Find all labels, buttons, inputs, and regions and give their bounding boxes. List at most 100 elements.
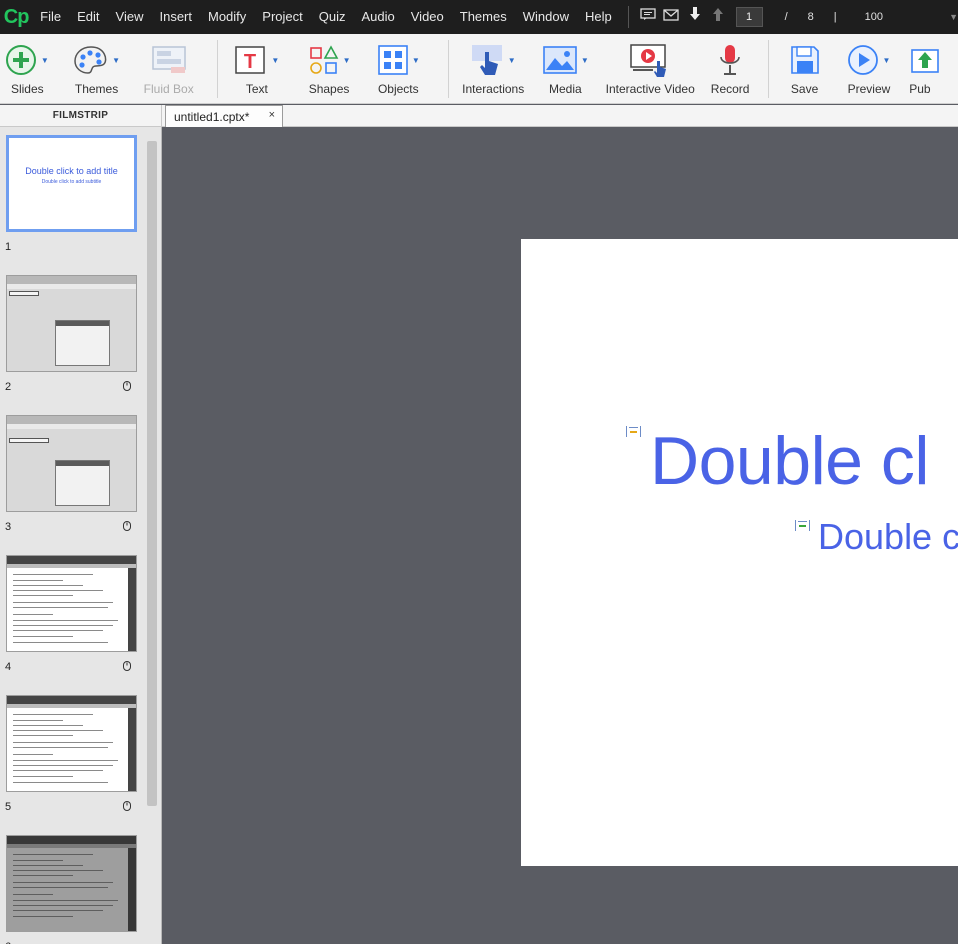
preview-icon (848, 45, 879, 75)
interactions-label: Interactions (462, 82, 525, 96)
slide-thumbnail[interactable] (6, 555, 137, 652)
slide-canvas[interactable]: Double cl Double c (521, 239, 958, 866)
chevron-down-icon: ▼ (507, 55, 516, 65)
filmstrip-slide-5[interactable] (6, 695, 137, 792)
menu-file[interactable]: File (32, 0, 69, 34)
menu-modify[interactable]: Modify (200, 0, 254, 34)
slide-number: 4 (5, 661, 12, 673)
shapes-icon (309, 45, 338, 74)
themes-button[interactable]: ▼ Themes (55, 34, 139, 103)
slide-number: 1 (5, 241, 12, 253)
interactive-video-button[interactable]: Interactive Video (594, 34, 707, 103)
preview-button[interactable]: ▼ Preview (841, 34, 898, 103)
interactions-icon (471, 45, 502, 75)
thumbnail-preview (7, 836, 136, 931)
menu-quiz[interactable]: Quiz (311, 0, 354, 34)
zoom-dropdown-icon[interactable]: ▼ (949, 12, 958, 22)
objects-button[interactable]: ▼ Objects (362, 34, 434, 103)
chevron-down-icon: ▼ (271, 55, 280, 65)
document-tab[interactable]: untitled1.cptx* × (165, 105, 283, 127)
menu-divider (627, 6, 629, 28)
media-label: Media (549, 82, 582, 96)
filmstrip-slide-4[interactable] (6, 555, 137, 652)
slides-label: Slides (10, 82, 44, 96)
shapes-button[interactable]: ▼ Shapes (296, 34, 362, 103)
slide-thumbnail[interactable]: Double click to add title Double click t… (6, 135, 137, 232)
title-placeholder-icon[interactable] (626, 426, 641, 437)
media-icon (543, 46, 577, 74)
publish-button[interactable]: Pub (909, 34, 958, 103)
thumbnail-preview (7, 696, 136, 791)
slide-count-separator: / (784, 11, 788, 23)
media-button[interactable]: ▼ Media (537, 34, 594, 103)
themes-label: Themes (74, 82, 119, 96)
slide-number: 3 (5, 521, 12, 533)
chevron-down-icon: ▼ (40, 55, 49, 65)
preview-label: Preview (847, 82, 891, 96)
palette-icon (74, 46, 107, 74)
mouse-icon (123, 381, 131, 394)
save-label: Save (790, 82, 819, 96)
menu-edit[interactable]: Edit (69, 0, 107, 34)
slide-number: 5 (5, 801, 12, 813)
mouse-icon (123, 801, 131, 814)
slide-number: 2 (5, 381, 12, 393)
arrow-up-icon[interactable] (706, 0, 729, 34)
fluid-box-button[interactable]: Fluid Box (138, 34, 198, 103)
save-icon (790, 46, 819, 74)
save-button[interactable]: Save (769, 34, 841, 103)
svg-text:T: T (244, 51, 256, 73)
slides-button[interactable]: ▼ Slides (0, 34, 55, 103)
slide-stage: Double cl Double c (163, 127, 958, 944)
thumbnail-preview (7, 416, 136, 511)
filmstrip-slide-1[interactable]: Double click to add title Double click t… (6, 135, 137, 232)
filmstrip-slide-6[interactable] (6, 835, 137, 932)
filmstrip-slide-3[interactable] (6, 415, 137, 512)
record-label: Record (710, 82, 750, 96)
objects-label: Objects (377, 82, 419, 96)
menu-window[interactable]: Window (515, 0, 577, 34)
app-logo: Cp (3, 5, 30, 28)
filmstrip-slide-2[interactable] (6, 275, 137, 372)
interactive-video-icon (630, 44, 667, 77)
filmstrip-title: FILMSTRIP (0, 105, 162, 127)
menu-themes[interactable]: Themes (452, 0, 515, 34)
filmstrip-scrollbar[interactable] (147, 141, 157, 806)
slide-thumbnail[interactable] (6, 415, 137, 512)
main-toolbar: ▼ Slides ▼ Themes Fluid Box T ▼ Text ▼ S… (0, 34, 958, 104)
subtitle-placeholder-icon[interactable] (795, 520, 810, 531)
menu-insert[interactable]: Insert (151, 0, 200, 34)
interactions-button[interactable]: ▼ Interactions (449, 34, 537, 103)
slide-title[interactable]: Double cl (650, 422, 930, 500)
menu-view[interactable]: View (108, 0, 152, 34)
publish-icon (911, 49, 940, 73)
menu-help[interactable]: Help (577, 0, 620, 34)
chevron-down-icon: ▼ (112, 55, 120, 65)
text-icon: T (235, 46, 266, 74)
close-icon[interactable]: × (269, 109, 275, 121)
slide-thumbnail[interactable] (6, 275, 137, 372)
comment-icon[interactable] (637, 0, 660, 34)
arrow-down-icon[interactable] (683, 0, 706, 34)
chevron-down-icon: ▼ (882, 55, 891, 65)
publish-label: Pub (909, 82, 931, 96)
record-button[interactable]: Record (707, 34, 754, 103)
interactive-video-label: Interactive Video (605, 82, 695, 96)
panel-header-row: FILMSTRIP untitled1.cptx* × (0, 105, 958, 127)
thumbnail-title: Double click to add title (25, 166, 118, 176)
slide-thumbnail[interactable] (6, 695, 137, 792)
menu-video[interactable]: Video (403, 0, 452, 34)
slide-thumbnail[interactable] (6, 835, 137, 932)
current-slide-input[interactable]: 1 (735, 7, 763, 27)
menu-audio[interactable]: Audio (354, 0, 403, 34)
mail-icon[interactable] (660, 0, 683, 34)
zoom-level[interactable]: 100 (855, 11, 911, 23)
slide-subtitle[interactable]: Double c (818, 516, 958, 558)
text-button[interactable]: T ▼ Text (218, 34, 296, 103)
mouse-icon (123, 661, 131, 674)
menu-project[interactable]: Project (254, 0, 310, 34)
objects-icon (378, 45, 408, 75)
total-slides: 8 (807, 11, 814, 23)
document-tab-label: untitled1.cptx* (174, 109, 250, 124)
add-slide-icon (5, 45, 36, 75)
